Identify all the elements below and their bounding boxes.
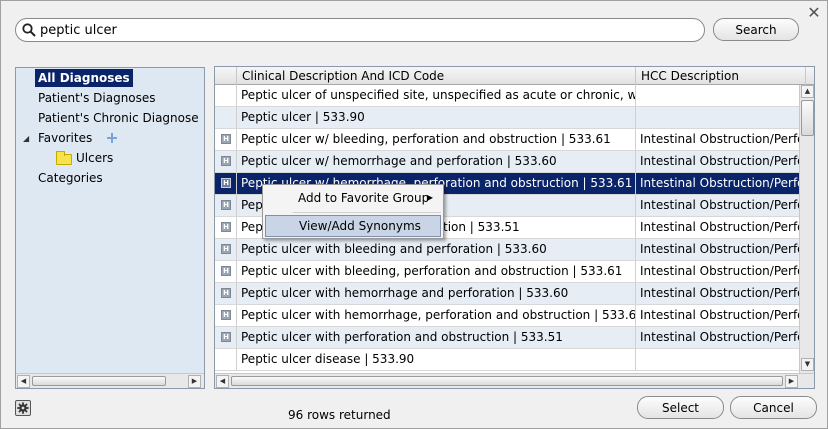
grid-horizontal-scrollbar[interactable]: ◀ ▶: [215, 373, 814, 388]
context-menu: Add to Favorite Group ▶ View/Add Synonym…: [262, 184, 444, 239]
table-row[interactable]: H Peptic ulcer with hemorrhage and perfo…: [215, 283, 806, 305]
tree-horizontal-scrollbar[interactable]: ◀ ▶: [16, 373, 204, 388]
row-icon-cell: [215, 85, 237, 106]
hcc-cell: Intestinal Obstruction/Perforatio: [640, 308, 806, 322]
tree-item-patients-diagnoses[interactable]: Patient's Diagnoses: [38, 89, 156, 107]
menu-item-label: Add to Favorite Group: [298, 191, 430, 205]
hcc-cell: Intestinal Obstruction/Perforatio: [640, 198, 806, 212]
hcc-cell: Intestinal Obstruction/Perforatio: [640, 220, 806, 234]
hcc-cell: Intestinal Obstruction/Perforatio: [640, 264, 806, 278]
tree-item-favorites[interactable]: Favorites: [38, 129, 92, 147]
hcc-flag-icon: H: [221, 244, 231, 254]
row-icon-cell: H: [215, 217, 237, 238]
search-icon: [22, 23, 36, 37]
diagnosis-search-window: ✕ Search All Diagnoses Patient's Diagnos…: [0, 0, 828, 429]
table-row[interactable]: H Peptic ulcer with bleeding, perforatio…: [215, 261, 806, 283]
table-row[interactable]: H Peptic ulcer w/ hemorrhage and perfora…: [215, 151, 806, 173]
row-icon-cell: H: [215, 283, 237, 304]
column-header-description[interactable]: Clinical Description And ICD Code: [237, 67, 636, 85]
hcc-cell: Intestinal Obstruction/Perforatio: [640, 242, 806, 256]
scroll-thumb[interactable]: [231, 376, 783, 386]
hcc-cell: [636, 85, 806, 106]
select-button[interactable]: Select: [637, 396, 724, 419]
hcc-flag-icon: H: [221, 178, 231, 188]
grid-header: Clinical Description And ICD Code HCC De…: [215, 67, 814, 85]
hcc-flag-icon: H: [221, 310, 231, 320]
table-row[interactable]: H Peptic ulcer with bleeding and perfora…: [215, 239, 806, 261]
table-row[interactable]: H Peptic ulcer with hemorrhage, perforat…: [215, 305, 806, 327]
description-cell: Peptic ulcer disease | 533.90: [237, 349, 636, 370]
tree-item-patients-chronic-diagnoses[interactable]: Patient's Chronic Diagnose: [38, 109, 199, 127]
hcc-cell: Intestinal Obstruction/Perforatio: [640, 286, 806, 300]
description-cell: Peptic ulcer with hemorrhage and perfora…: [237, 283, 636, 304]
description-cell: Peptic ulcer | 533.90: [237, 107, 636, 128]
row-icon-cell: H: [215, 261, 237, 282]
hcc-flag-icon: H: [221, 332, 231, 342]
close-icon[interactable]: ✕: [805, 4, 823, 22]
scroll-up-icon[interactable]: ▲: [801, 85, 814, 98]
scroll-thumb[interactable]: [32, 376, 166, 386]
header-icon-column: [215, 67, 237, 85]
menu-separator: [293, 212, 441, 213]
plus-icon[interactable]: [106, 132, 118, 144]
scroll-right-icon[interactable]: ▶: [188, 375, 201, 388]
row-icon-cell: H: [215, 151, 237, 172]
column-header-hcc[interactable]: HCC Description: [636, 67, 806, 85]
description-cell: Peptic ulcer with bleeding and perforati…: [237, 239, 636, 260]
folder-icon: [56, 151, 72, 165]
tree-item-all-diagnoses[interactable]: All Diagnoses: [35, 69, 133, 87]
scroll-left-icon[interactable]: ◀: [17, 375, 30, 388]
hcc-cell: Intestinal Obstruction/Perforatio: [640, 330, 806, 344]
description-cell: Peptic ulcer with bleeding, perforation …: [237, 261, 636, 282]
description-cell: Peptic ulcer of unspecified site, unspec…: [237, 85, 636, 106]
hcc-flag-icon: H: [221, 266, 231, 276]
search-input[interactable]: [40, 22, 680, 38]
hcc-flag-icon: H: [221, 156, 231, 166]
table-row[interactable]: Peptic ulcer | 533.90: [215, 107, 800, 129]
hcc-flag-icon: H: [221, 222, 231, 232]
tree-item-categories[interactable]: Categories: [38, 169, 103, 187]
hcc-cell: Intestinal Obstruction/Perforatio: [640, 132, 806, 146]
hcc-cell: [636, 349, 806, 370]
row-icon-cell: H: [215, 173, 237, 194]
scroll-left-icon[interactable]: ◀: [216, 375, 229, 388]
hcc-cell: [636, 107, 806, 128]
row-icon-cell: H: [215, 195, 237, 216]
hcc-flag-icon: H: [221, 134, 231, 144]
description-cell: Peptic ulcer with perforation and obstru…: [237, 327, 636, 348]
row-icon-cell: H: [215, 327, 237, 348]
grid-vertical-scrollbar[interactable]: ▲ ▼: [799, 85, 814, 373]
row-icon-cell: [215, 107, 237, 128]
table-row[interactable]: Peptic ulcer disease | 533.90: [215, 349, 800, 371]
search-box: [15, 18, 705, 42]
hcc-flag-icon: H: [221, 200, 231, 210]
description-cell: Peptic ulcer w/ bleeding, perforation an…: [237, 129, 636, 150]
hcc-flag-icon: H: [221, 288, 231, 298]
row-icon-cell: H: [215, 129, 237, 150]
row-icon-cell: [215, 349, 237, 370]
table-row[interactable]: H Peptic ulcer w/ bleeding, perforation …: [215, 129, 806, 151]
submenu-arrow-icon: ▶: [426, 193, 433, 202]
table-row[interactable]: H Peptic ulcer with perforation and obst…: [215, 327, 806, 349]
category-tree: All Diagnoses Patient's Diagnoses Patien…: [15, 67, 205, 389]
description-text-tail: tion | 533.51: [443, 220, 520, 234]
rows-returned-status: 96 rows returned: [288, 408, 391, 422]
scroll-right-icon[interactable]: ▶: [785, 375, 798, 388]
menu-item-add-to-favorite-group[interactable]: Add to Favorite Group ▶: [265, 187, 441, 209]
tree-item-ulcers[interactable]: Ulcers: [76, 149, 113, 167]
cancel-button[interactable]: Cancel: [730, 396, 817, 419]
row-icon-cell: H: [215, 305, 237, 326]
expand-arrow-icon[interactable]: ◢: [23, 134, 29, 143]
hcc-cell: Intestinal Obstruction/Perforatio: [640, 154, 806, 168]
menu-item-view-add-synonyms[interactable]: View/Add Synonyms: [265, 215, 441, 237]
hcc-cell: Intestinal Obstruction/Perforatio: [640, 176, 806, 190]
scroll-down-icon[interactable]: ▼: [801, 358, 814, 371]
description-cell: Peptic ulcer with hemorrhage, perforatio…: [237, 305, 636, 326]
row-icon-cell: H: [215, 239, 237, 260]
scroll-thumb[interactable]: [801, 100, 814, 136]
gear-icon[interactable]: [15, 400, 31, 416]
description-cell: Peptic ulcer w/ hemorrhage and perforati…: [237, 151, 636, 172]
search-button[interactable]: Search: [713, 18, 799, 41]
table-row[interactable]: Peptic ulcer of unspecified site, unspec…: [215, 85, 800, 107]
